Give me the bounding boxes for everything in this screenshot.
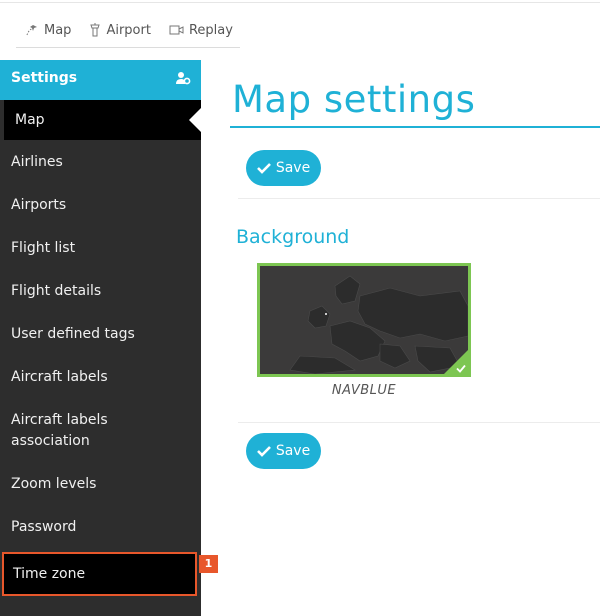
tab-map[interactable]: Map xyxy=(16,16,80,44)
save-button-label: Save xyxy=(275,160,311,176)
sidebar-item-user-defined-tags[interactable]: User defined tags xyxy=(0,324,201,345)
check-icon xyxy=(256,446,271,457)
save-button-top[interactable]: Save xyxy=(246,150,321,186)
sidebar-item-map[interactable]: Map xyxy=(4,100,201,140)
step-badge: 1 xyxy=(199,555,218,573)
sidebar-item-label: Flight list xyxy=(11,240,76,256)
sidebar-item-airports[interactable]: Airports xyxy=(0,195,201,216)
section-divider xyxy=(238,198,600,199)
sidebar-item-flight-list[interactable]: Flight list xyxy=(0,238,201,259)
plane-route-icon xyxy=(26,25,37,36)
map-preview-thumbnail xyxy=(260,266,468,374)
sidebar-item-label: Password xyxy=(11,519,77,535)
view-tabs: Map Airport Replay xyxy=(16,16,240,48)
check-icon xyxy=(456,364,466,373)
sidebar-item-zoom-levels[interactable]: Zoom levels xyxy=(0,474,201,495)
sidebar-item-label: Map xyxy=(15,112,45,128)
user-settings-icon[interactable] xyxy=(175,70,191,86)
check-icon xyxy=(256,163,271,174)
background-option-label: NAVBLUE xyxy=(331,383,397,398)
sidebar-item-label: Time zone xyxy=(13,566,86,582)
sidebar-item-label: Airlines xyxy=(11,154,63,170)
sidebar-item-label: Aircraft labels association xyxy=(11,412,108,449)
sidebar-header: Settings xyxy=(0,60,201,100)
sidebar-item-label: User defined tags xyxy=(11,326,135,342)
title-underline xyxy=(230,126,600,128)
sidebar-item-label: Zoom levels xyxy=(11,476,97,492)
page-title: Map settings xyxy=(232,78,476,121)
sidebar-item-password[interactable]: Password xyxy=(0,517,201,538)
airport-tower-icon xyxy=(90,23,101,37)
sidebar-title: Settings xyxy=(11,70,78,86)
active-indicator-arrow xyxy=(189,108,201,132)
sidebar-item-label: Flight details xyxy=(11,283,102,299)
sidebar-item-aircraft-labels[interactable]: Aircraft labels xyxy=(0,367,201,388)
section-divider xyxy=(238,422,600,423)
tab-replay[interactable]: Replay xyxy=(160,16,242,44)
sidebar-item-airlines[interactable]: Airlines xyxy=(0,152,201,173)
settings-sidebar: Settings Map Airlines Airports Flight li… xyxy=(0,60,201,616)
video-camera-icon xyxy=(169,25,184,35)
save-button-bottom[interactable]: Save xyxy=(246,433,321,469)
toolbar-top-border xyxy=(0,2,600,3)
top-toolbar: Map Airport Replay xyxy=(0,0,600,60)
tab-airport[interactable]: Airport xyxy=(80,16,160,44)
save-button-label: Save xyxy=(275,443,311,459)
tab-replay-label: Replay xyxy=(188,22,233,38)
sidebar-item-label: Aircraft labels xyxy=(11,369,108,385)
tab-airport-label: Airport xyxy=(106,22,151,38)
tab-map-label: Map xyxy=(44,22,72,38)
background-section-title: Background xyxy=(236,226,350,248)
background-option-navblue[interactable] xyxy=(257,263,471,377)
sidebar-item-aircraft-labels-association[interactable]: Aircraft labels association xyxy=(0,410,140,452)
sidebar-item-flight-details[interactable]: Flight details xyxy=(0,281,201,302)
sidebar-item-time-zone[interactable]: Time zone xyxy=(2,552,197,596)
sidebar-item-label: Airports xyxy=(11,197,67,213)
